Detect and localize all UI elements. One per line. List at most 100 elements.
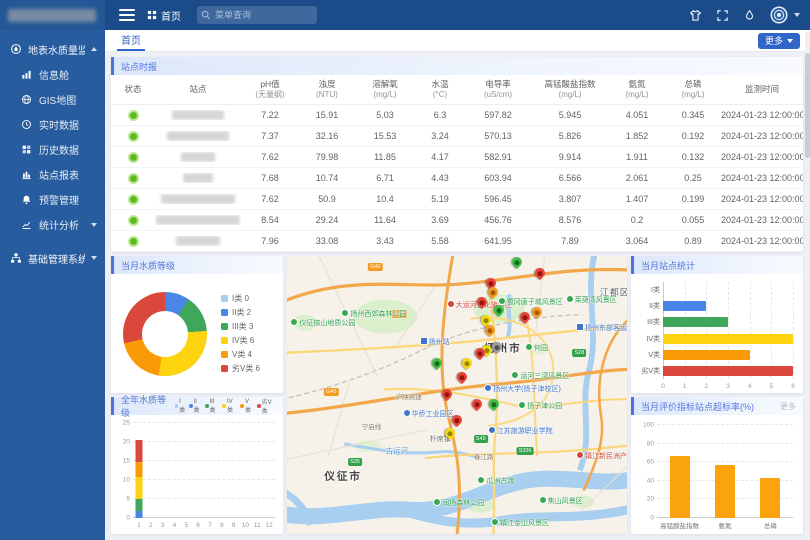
sidebar-item-信息舱[interactable]: 信息舱: [0, 62, 105, 87]
bar-III类[interactable]: [663, 317, 728, 327]
value-cell: 1.407: [609, 194, 665, 204]
sidebar-item-GIS地图[interactable]: GIS地图: [0, 87, 105, 112]
column-header: 溶解氧(mg/L): [355, 79, 415, 101]
chart-more-link[interactable]: 更多: [780, 401, 796, 412]
station-pin-red[interactable]: [533, 266, 547, 280]
legend-item[interactable]: III类 3: [221, 321, 260, 332]
bar-劣V类[interactable]: [663, 366, 793, 376]
station-pin-red[interactable]: [518, 310, 532, 324]
status-online-dot: [128, 173, 139, 184]
sidebar: 地表水质量监测系统信息舱GIS地图实时数据历史数据站点报表预警管理统计分析基础管…: [0, 0, 105, 540]
y-tick-label: 20: [639, 496, 654, 503]
sidebar-item-统计分析[interactable]: 统计分析: [0, 212, 105, 237]
y-tick-label: 80: [639, 440, 654, 447]
map-label: 茱萸湾风景区: [566, 295, 617, 305]
map-label: 扬州东部客运枢纽: [576, 323, 627, 333]
sidebar-item-站点报表[interactable]: 站点报表: [0, 162, 105, 187]
sidebar-item-预警管理[interactable]: 预警管理: [0, 187, 105, 212]
station-pin-green[interactable]: [509, 256, 523, 269]
breadcrumb-home[interactable]: 首页: [147, 8, 181, 23]
value-cell: 2024-01-23 12:00:00: [721, 152, 803, 162]
legend-item[interactable]: IV类 6: [221, 335, 260, 346]
road-shield: S35: [348, 458, 362, 466]
bar-V类[interactable]: [663, 350, 750, 360]
y-tick-label: 20: [115, 439, 130, 446]
value-cell: 11.64: [355, 215, 415, 225]
status-online-dot: [128, 236, 139, 247]
user-caret-icon[interactable]: [794, 13, 800, 17]
sidebar-group-0[interactable]: 地表水质量监测系统: [0, 36, 105, 62]
scrollbar-thumb[interactable]: [805, 53, 810, 158]
station-pin-green[interactable]: [430, 356, 444, 370]
station-cell: [155, 131, 241, 142]
station-pin-yellow[interactable]: [460, 356, 474, 370]
map-label: 扬州站: [420, 337, 450, 347]
map-label: 江苏旅游职业学院: [488, 426, 553, 436]
theme-skin-icon[interactable]: [689, 9, 702, 22]
y-tick-label: 60: [639, 459, 654, 466]
bar-总磷[interactable]: [760, 478, 780, 518]
legend-item[interactable]: II类: [189, 399, 202, 414]
more-button[interactable]: 更多: [758, 33, 800, 49]
x-tick-label: 10: [242, 522, 249, 529]
station-pin-red[interactable]: [440, 386, 454, 400]
sidebar-item-实时数据[interactable]: 实时数据: [0, 112, 105, 137]
value-cell: 0.199: [665, 194, 721, 204]
station-pin-red[interactable]: [455, 370, 469, 384]
value-cell: 29.24: [299, 215, 355, 225]
value-cell: 10.74: [299, 173, 355, 183]
value-cell: 5.826: [531, 131, 609, 141]
sidebar-item-历史数据[interactable]: 历史数据: [0, 137, 105, 162]
legend-item[interactable]: 劣V类: [257, 397, 276, 415]
bar-氨氮[interactable]: [715, 465, 735, 518]
legend-item[interactable]: I类 0: [221, 293, 260, 304]
category-label: I类: [633, 285, 660, 295]
x-tick-label: 2: [705, 383, 709, 390]
status-online-dot: [128, 152, 139, 163]
user-avatar[interactable]: [770, 6, 788, 24]
legend-item[interactable]: IV类: [222, 399, 237, 414]
x-tick-label: 0: [661, 383, 665, 390]
search-input[interactable]: [197, 6, 317, 24]
table-row: 7.6810.746.714.43603.946.5662.0610.25202…: [111, 168, 803, 189]
map-label: 蜀冈唐子城风景区: [498, 297, 563, 307]
menu-toggle-icon[interactable]: [119, 9, 135, 21]
legend-item[interactable]: 劣V类 6: [221, 363, 260, 374]
bar-IV类[interactable]: [663, 334, 793, 344]
sidebar-group-1[interactable]: 基础管理系统: [0, 245, 105, 271]
station-report-panel: 站点时报 状态站点pH值(无量纲)浊度(NTU)溶解氧(mg/L)水温(°C)电…: [111, 57, 803, 252]
column-header: 站点: [155, 84, 241, 95]
legend-item[interactable]: II类 2: [221, 307, 260, 318]
tab-home[interactable]: 首页: [117, 30, 145, 51]
map-panel[interactable]: G40G40G40S49S35S28S336扬州市仪征市江都区扬州站大运河文化旅…: [287, 256, 627, 534]
legend-item[interactable]: V类: [240, 399, 254, 414]
table-row: 7.6279.9811.854.17582.919.9141.9110.1322…: [111, 147, 803, 168]
bar-II类[interactable]: [663, 301, 706, 311]
table-row: 7.2215.915.036.3597.825.9454.0510.345202…: [111, 105, 803, 126]
logo-redacted: [8, 9, 96, 22]
road-shield: S28: [572, 349, 586, 357]
exceed-rate-panel: 当月评价指标站点超标率(%) 更多 020406080100 高锰酸盐指数 氨氮…: [631, 397, 803, 534]
fullscreen-icon[interactable]: [716, 9, 729, 22]
map-label: 瓜洲古渡: [477, 476, 514, 486]
month-station-panel: 当月站点统计 0123456I类II类III类IV类V类劣V类: [631, 256, 803, 393]
value-cell: 5.19: [415, 194, 465, 204]
water-drop-icon[interactable]: [743, 9, 756, 22]
station-report-title: 站点时报: [111, 57, 803, 75]
road-shield: S336: [517, 447, 534, 455]
bar-高锰酸盐指数[interactable]: [670, 456, 690, 518]
x-tick-label: 4: [748, 383, 752, 390]
value-cell: 4.43: [415, 173, 465, 183]
station-name-redacted: [161, 194, 235, 204]
stacked-bar-month-1[interactable]: [135, 440, 142, 518]
value-cell: 79.98: [299, 152, 355, 162]
legend-item[interactable]: I类: [175, 399, 186, 414]
road-shield: G40: [368, 263, 382, 271]
value-cell: 3.69: [415, 215, 465, 225]
station-pin-green[interactable]: [487, 396, 501, 410]
legend-item[interactable]: V类 4: [221, 349, 260, 360]
sidebar-menu: 地表水质量监测系统信息舱GIS地图实时数据历史数据站点报表预警管理统计分析基础管…: [0, 30, 105, 540]
legend-item[interactable]: III类: [205, 399, 219, 414]
station-pin-red[interactable]: [470, 396, 484, 410]
category-label: 总磷: [764, 520, 777, 530]
